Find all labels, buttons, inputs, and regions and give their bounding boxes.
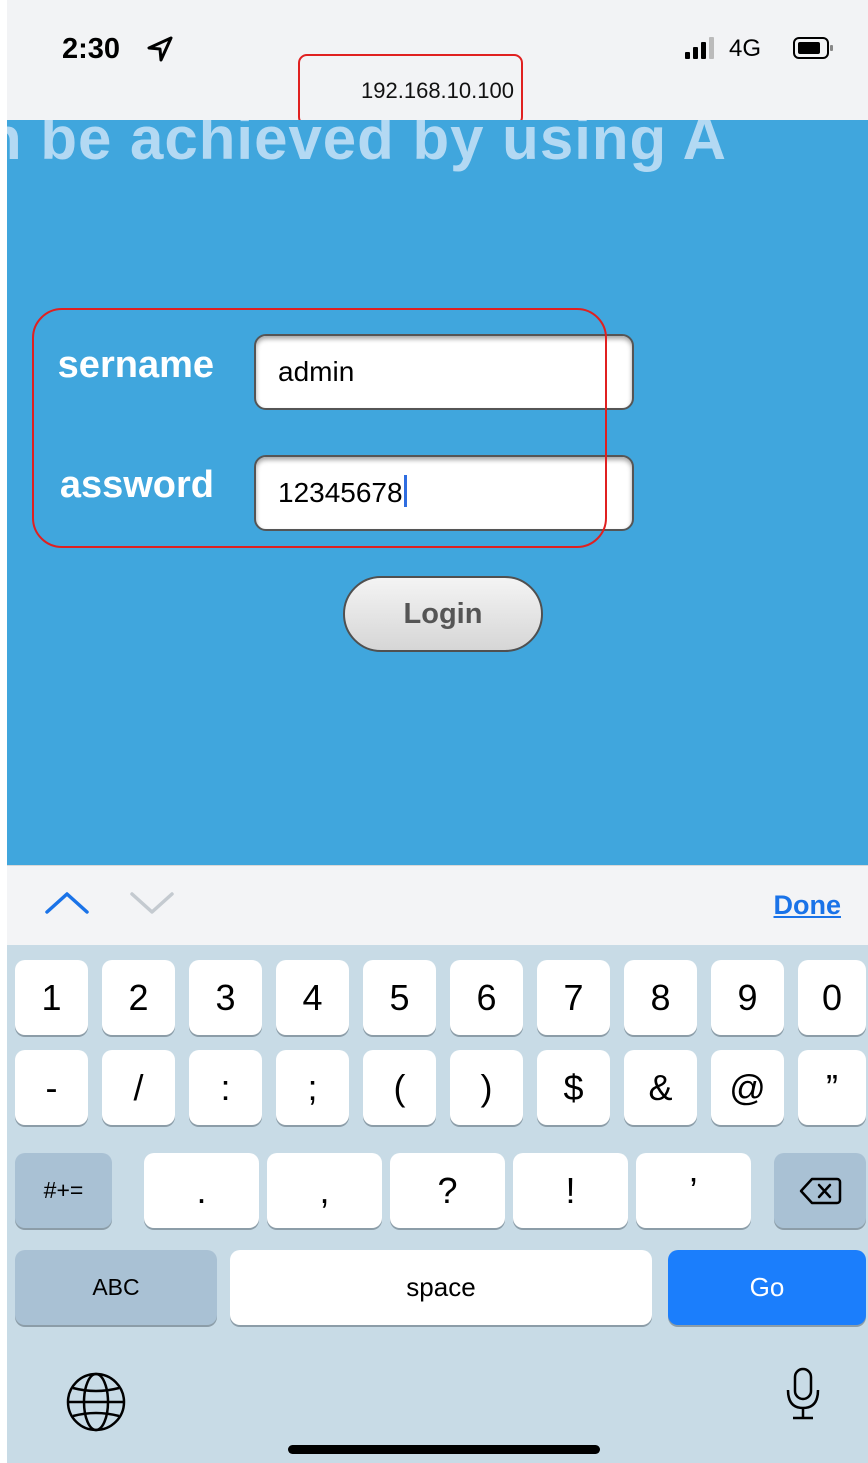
chevron-up-icon[interactable] [44, 888, 90, 918]
space-key[interactable]: space [230, 1250, 652, 1325]
key-semicolon[interactable]: ; [276, 1050, 349, 1125]
key-abc[interactable]: ABC [15, 1250, 217, 1325]
key-5[interactable]: 5 [363, 960, 436, 1035]
chevron-down-icon[interactable] [129, 888, 175, 918]
cellular-signal-icon [685, 37, 714, 59]
key-6[interactable]: 6 [450, 960, 523, 1035]
key-hyphen[interactable]: - [15, 1050, 88, 1125]
key-4[interactable]: 4 [276, 960, 349, 1035]
status-and-url-bar: 2:30 4G 192.168.10.100 [7, 0, 868, 126]
backspace-icon [799, 1177, 842, 1204]
key-close-paren[interactable]: ) [450, 1050, 523, 1125]
key-8[interactable]: 8 [624, 960, 697, 1035]
microphone-icon[interactable] [783, 1366, 823, 1422]
key-ampersand[interactable]: & [624, 1050, 697, 1125]
backspace-key[interactable] [774, 1153, 866, 1228]
key-1[interactable]: 1 [15, 960, 88, 1035]
key-apostrophe[interactable]: ’ [636, 1153, 751, 1228]
key-slash[interactable]: / [102, 1050, 175, 1125]
keyboard-accessory-bar: Done [7, 865, 868, 946]
key-dollar[interactable]: $ [537, 1050, 610, 1125]
banner-text: n be achieved by using A [7, 120, 727, 172]
go-key[interactable]: Go [668, 1250, 866, 1325]
credentials-annotation-box [32, 308, 607, 548]
login-page: n be achieved by using A sername admin a… [7, 120, 868, 865]
onscreen-keyboard: 1 2 3 4 5 6 7 8 9 0 - / : ; ( ) $ & @ ” … [7, 945, 868, 1463]
key-question[interactable]: ? [390, 1153, 505, 1228]
location-arrow-icon [147, 36, 173, 62]
phone-screen: 2:30 4G 192.168.10.100 n be achieved by … [7, 0, 868, 1463]
status-time: 2:30 [62, 33, 121, 65]
key-open-paren[interactable]: ( [363, 1050, 436, 1125]
key-7[interactable]: 7 [537, 960, 610, 1035]
login-button[interactable]: Login [343, 576, 543, 652]
globe-icon[interactable] [64, 1370, 128, 1434]
home-indicator [288, 1445, 600, 1454]
key-2[interactable]: 2 [102, 960, 175, 1035]
key-more-symbols[interactable]: #+= [15, 1153, 112, 1228]
network-type: 4G [729, 35, 762, 62]
key-3[interactable]: 3 [189, 960, 262, 1035]
battery-icon [793, 37, 833, 59]
key-colon[interactable]: : [189, 1050, 262, 1125]
url-annotation-box [298, 54, 523, 126]
key-at[interactable]: @ [711, 1050, 784, 1125]
key-period[interactable]: . [144, 1153, 259, 1228]
key-quote[interactable]: ” [798, 1050, 866, 1125]
key-exclamation[interactable]: ! [513, 1153, 628, 1228]
done-button[interactable]: Done [774, 890, 842, 921]
key-0[interactable]: 0 [798, 960, 866, 1035]
key-comma[interactable]: , [267, 1153, 382, 1228]
key-9[interactable]: 9 [711, 960, 784, 1035]
